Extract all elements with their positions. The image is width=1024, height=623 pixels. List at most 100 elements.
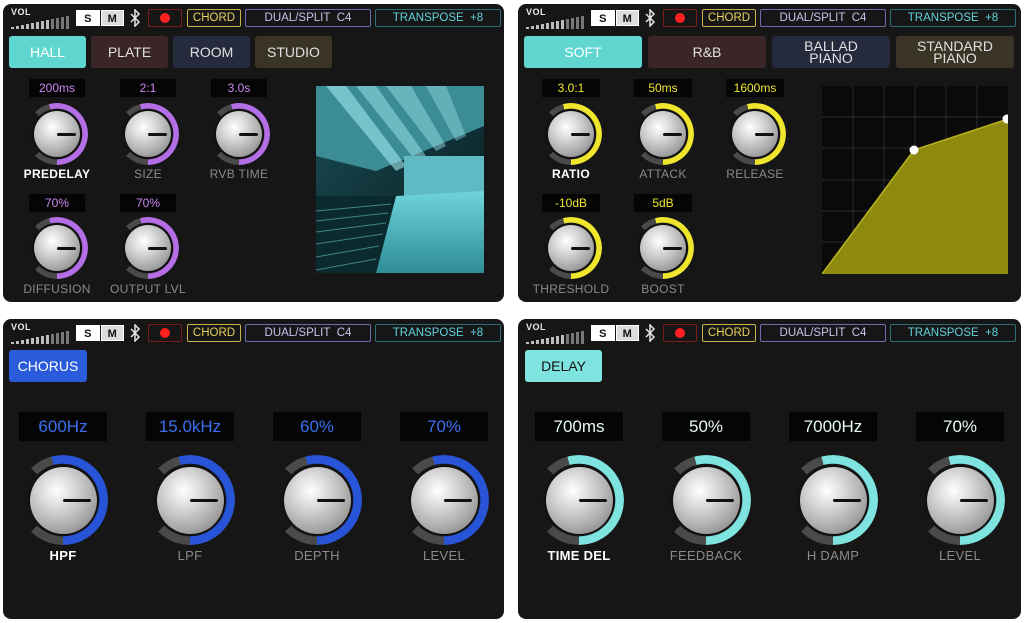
vol-label: VOL	[11, 322, 32, 332]
chord-button[interactable]: CHORD	[702, 324, 756, 342]
size-knob[interactable]	[117, 103, 179, 165]
bluetooth-icon[interactable]	[129, 9, 141, 27]
record-button[interactable]	[663, 324, 697, 342]
chord-button[interactable]: CHORD	[187, 324, 241, 342]
status-bar: VOL S M CHORD DUAL/SPLIT C4 TRANSPOSE +8	[518, 4, 1021, 32]
output-lvl-knob[interactable]	[117, 217, 179, 279]
tab-hall[interactable]: HALL	[9, 36, 86, 68]
volume-meter[interactable]	[526, 16, 586, 29]
knob-indicator	[663, 246, 683, 250]
solo-mute-toggle: S M	[76, 325, 124, 341]
release-label: RELEASE	[726, 167, 784, 181]
tab-ballad-piano[interactable]: BALLAD PIANO	[772, 36, 890, 68]
release-knob[interactable]	[724, 103, 786, 165]
solo-mute-toggle: S M	[591, 10, 639, 26]
chord-button[interactable]: CHORD	[702, 9, 756, 27]
tab-chorus[interactable]: CHORUS	[9, 350, 87, 382]
hpf-knob[interactable]	[18, 455, 108, 545]
knob-indicator	[57, 246, 77, 250]
dual-split-note: C4	[336, 12, 352, 24]
vol-label: VOL	[526, 322, 547, 332]
dual-split-label: DUAL/SPLIT	[779, 327, 846, 339]
tab-room[interactable]: ROOM	[173, 36, 250, 68]
solo-button[interactable]: S	[591, 10, 615, 26]
solo-button[interactable]: S	[591, 325, 615, 341]
lpf-knob[interactable]	[145, 455, 235, 545]
tab-plate[interactable]: PLATE	[91, 36, 168, 68]
size-readout: 2:1	[120, 79, 176, 97]
compression-curve-graph	[821, 86, 1012, 275]
feedback-knob[interactable]	[661, 455, 751, 545]
knob-indicator	[63, 498, 92, 502]
dual-split-note: C4	[336, 327, 352, 339]
reverb-panel: VOL S M CHORD DUAL/SPLIT C4 TRANSPOSE +8…	[3, 4, 504, 302]
threshold-readout: -10dB	[542, 194, 600, 212]
tab-rnb[interactable]: R&B	[648, 36, 766, 68]
tab-soft[interactable]: SOFT	[524, 36, 642, 68]
tab-delay[interactable]: DELAY	[525, 350, 602, 382]
knob-indicator	[190, 498, 219, 502]
transpose-button[interactable]: TRANSPOSE +8	[375, 324, 501, 342]
dual-split-label: DUAL/SPLIT	[264, 12, 331, 24]
ratio-knob[interactable]	[540, 103, 602, 165]
depth-knob[interactable]	[272, 455, 362, 545]
threshold-point-handle[interactable]	[909, 145, 919, 155]
status-bar: VOL S M CHORD DUAL/SPLIT C4 TRANSPOSE +8	[3, 319, 504, 347]
mute-button[interactable]: M	[615, 325, 639, 341]
transpose-button[interactable]: TRANSPOSE +8	[890, 324, 1016, 342]
transpose-value: +8	[470, 12, 484, 24]
level-label: LEVEL	[423, 548, 465, 563]
bluetooth-icon[interactable]	[644, 9, 656, 27]
volume-meter[interactable]	[11, 331, 71, 344]
attack-knob[interactable]	[632, 103, 694, 165]
transpose-button[interactable]: TRANSPOSE +8	[375, 9, 501, 27]
record-button[interactable]	[148, 324, 182, 342]
bluetooth-icon[interactable]	[129, 324, 141, 342]
chord-button[interactable]: CHORD	[187, 9, 241, 27]
mute-button[interactable]: M	[100, 325, 124, 341]
reverb-type-tabs: HALL PLATE ROOM STUDIO	[9, 36, 498, 70]
dual-split-label: DUAL/SPLIT	[779, 12, 846, 24]
solo-mute-toggle: S M	[591, 325, 639, 341]
level-knob[interactable]	[399, 455, 489, 545]
diffusion-knob[interactable]	[26, 217, 88, 279]
mute-button[interactable]: M	[615, 10, 639, 26]
solo-button[interactable]: S	[76, 325, 100, 341]
transpose-label: TRANSPOSE	[392, 12, 464, 24]
dual-split-label: DUAL/SPLIT	[264, 327, 331, 339]
volume-meter[interactable]	[11, 16, 71, 29]
threshold-knob[interactable]	[540, 217, 602, 279]
volume-meter[interactable]	[526, 331, 586, 344]
knob-indicator	[57, 132, 77, 136]
record-button[interactable]	[148, 9, 182, 27]
status-bar: VOL S M CHORD DUAL/SPLIT C4 TRANSPOSE +8	[3, 4, 504, 32]
rvb-time-knob[interactable]	[208, 103, 270, 165]
dual-split-button[interactable]: DUAL/SPLIT C4	[760, 324, 886, 342]
tab-studio[interactable]: STUDIO	[255, 36, 332, 68]
transpose-value: +8	[985, 12, 999, 24]
depth-readout: 60%	[273, 412, 361, 441]
knob-indicator	[960, 498, 989, 502]
predelay-readout: 200ms	[29, 79, 85, 97]
time-del-readout: 700ms	[535, 412, 623, 441]
mute-button[interactable]: M	[100, 10, 124, 26]
dual-split-button[interactable]: DUAL/SPLIT C4	[245, 9, 371, 27]
bluetooth-icon[interactable]	[644, 324, 656, 342]
transpose-button[interactable]: TRANSPOSE +8	[890, 9, 1016, 27]
solo-button[interactable]: S	[76, 10, 100, 26]
vol-label: VOL	[526, 7, 547, 17]
record-button[interactable]	[663, 9, 697, 27]
concert-hall-image	[316, 86, 484, 273]
transpose-label: TRANSPOSE	[907, 327, 979, 339]
dual-split-button[interactable]: DUAL/SPLIT C4	[760, 9, 886, 27]
solo-mute-toggle: S M	[76, 10, 124, 26]
boost-knob[interactable]	[632, 217, 694, 279]
dual-split-button[interactable]: DUAL/SPLIT C4	[245, 324, 371, 342]
predelay-knob[interactable]	[26, 103, 88, 165]
h-damp-knob[interactable]	[788, 455, 878, 545]
knob-indicator	[317, 498, 346, 502]
time-del-knob[interactable]	[534, 455, 624, 545]
rvb-time-label: RVB TIME	[209, 167, 269, 181]
tab-standard-piano[interactable]: STANDARD PIANO	[896, 36, 1014, 68]
level-knob[interactable]	[915, 455, 1005, 545]
